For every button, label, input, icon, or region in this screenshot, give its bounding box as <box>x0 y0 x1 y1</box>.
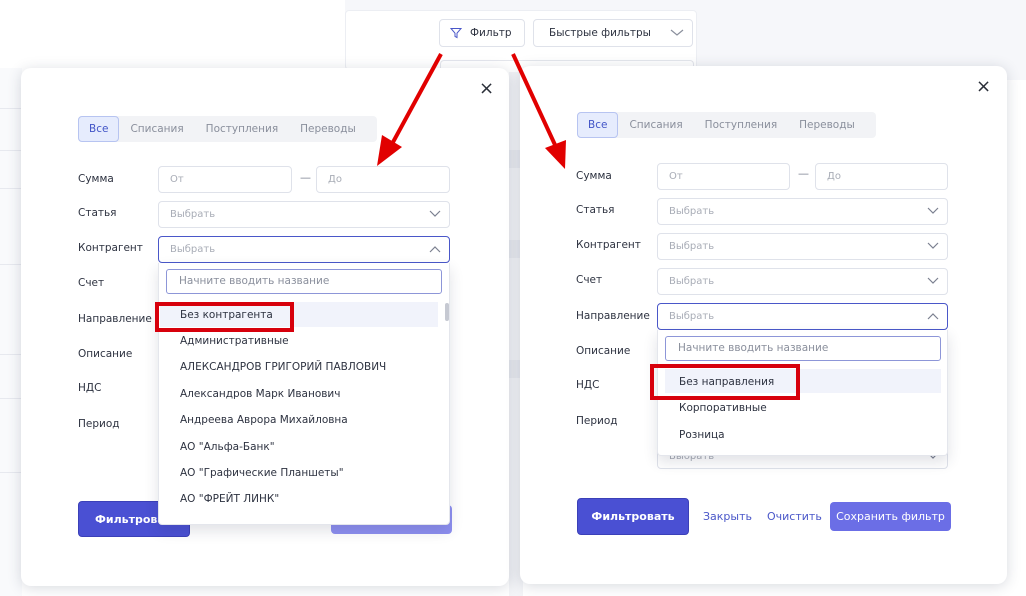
arrow-to-right-modal <box>511 53 566 169</box>
annotation-arrows <box>377 53 566 169</box>
arrow-to-left-modal <box>377 53 443 166</box>
